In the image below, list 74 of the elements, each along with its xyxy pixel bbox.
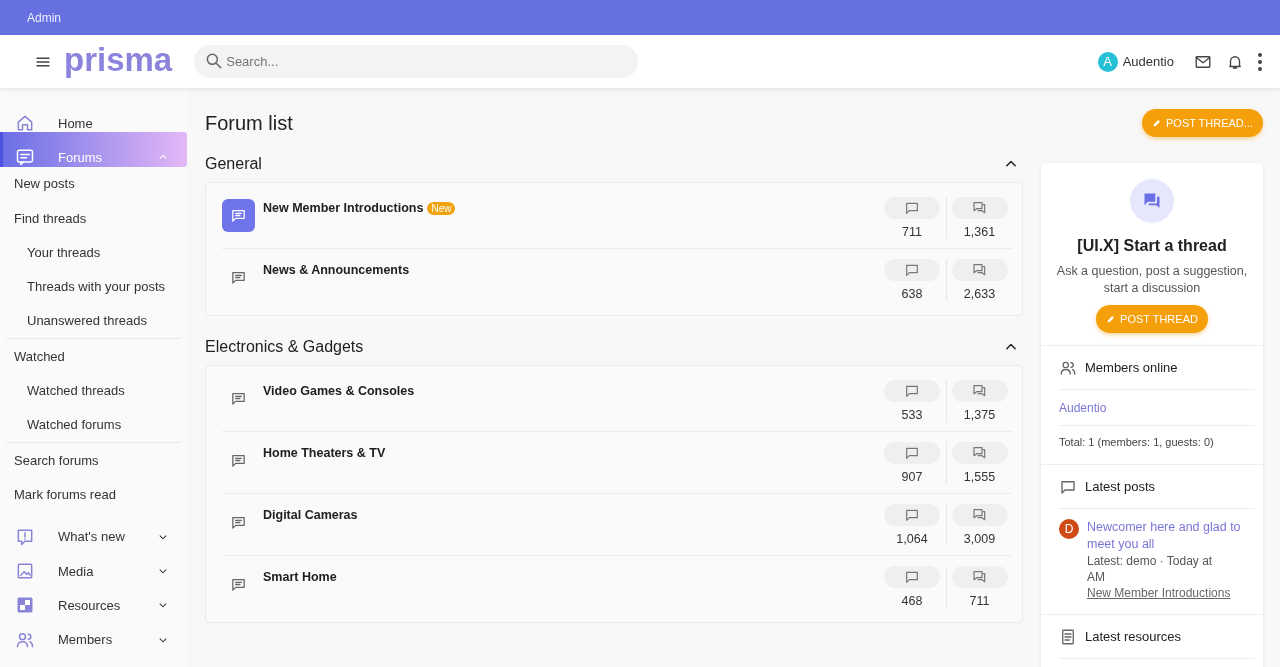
user-name: Audentio <box>1122 54 1174 69</box>
sidebar-item[interactable]: Watched <box>0 339 187 374</box>
card-text: Ask a question, post a suggestion, start a discussion <box>1055 263 1249 297</box>
sidebar-item[interactable]: Members <box>0 614 187 649</box>
messages-icon <box>951 504 1008 526</box>
messages-icon <box>951 380 1008 402</box>
user-avatar: A <box>1097 51 1118 72</box>
block-title: Latest posts <box>1085 479 1156 494</box>
forum-title[interactable]: Digital Cameras <box>263 508 358 522</box>
messages-icon <box>951 197 1008 219</box>
threads-icon <box>884 566 940 588</box>
image-icon <box>15 561 35 581</box>
forum-title[interactable]: Video Games & Consoles <box>263 384 415 398</box>
sidebar-item[interactable]: Watched forums <box>0 407 187 442</box>
stat-count: 2,633 <box>963 287 996 301</box>
thread-link[interactable]: Newcomer here and glad to meet you all <box>1087 519 1255 553</box>
member-link[interactable]: Audentio <box>1059 401 1107 415</box>
sidebar-item[interactable]: Resources <box>0 580 187 615</box>
stat-count: 711 <box>969 594 990 608</box>
messages-icon <box>951 259 1008 281</box>
messages-icon <box>951 566 1008 588</box>
messages-icon <box>951 442 1008 464</box>
sidebar-item[interactable]: Home <box>0 98 187 133</box>
sidebar-item[interactable]: What's new <box>0 511 187 546</box>
stat-count: 1,064 <box>896 532 928 546</box>
sidebar-item[interactable]: New posts <box>0 166 187 201</box>
sidebar-item[interactable]: Media <box>0 545 187 581</box>
stat-count: 533 <box>901 408 923 422</box>
category-title[interactable]: General <box>205 155 262 173</box>
stat-count: 638 <box>901 287 923 301</box>
forum-title[interactable]: New Member Introductions <box>263 201 424 215</box>
sidebar-item[interactable]: Search forums <box>0 442 187 478</box>
stat-count: 1,361 <box>963 225 996 239</box>
forum-title[interactable]: News & Announcements <box>263 263 410 277</box>
chat-icon <box>1130 179 1174 223</box>
stat-count: 907 <box>901 470 923 484</box>
post-meta: Latest: demo · Today at <box>1087 553 1214 569</box>
threads-icon <box>884 259 940 281</box>
search-field[interactable]: Search... <box>194 45 639 78</box>
online-total: Total: 1 (members: 1, guests: 0) <box>1059 435 1215 450</box>
user-link[interactable]: A Audentio <box>1097 51 1174 72</box>
sidebar-item[interactable]: Watched threads <box>0 373 187 408</box>
threads-icon <box>884 504 940 526</box>
threads-icon <box>884 197 940 219</box>
stat-count: 1,555 <box>963 470 996 484</box>
admin-link[interactable]: Admin <box>27 10 61 25</box>
sidebar-item[interactable]: Mark forums read <box>0 477 187 512</box>
threads-icon <box>884 380 940 402</box>
blocks-icon <box>15 595 35 616</box>
sidebar-item[interactable]: Unanswered threads <box>0 303 187 339</box>
new-badge: New <box>427 201 456 215</box>
block-title: Latest resources <box>1085 629 1182 644</box>
forum-title[interactable]: Smart Home <box>263 570 337 584</box>
more-icon <box>1258 52 1262 71</box>
stat-count: 3,009 <box>963 532 996 546</box>
user-avatar: D <box>1059 519 1079 539</box>
document-icon <box>1059 627 1077 646</box>
block-title: Members online <box>1085 360 1178 375</box>
sidebar-item[interactable]: Threads with your posts <box>0 269 187 304</box>
stat-count: 711 <box>902 225 922 239</box>
forum-title[interactable]: Home Theaters & TV <box>263 446 386 460</box>
page-title: Forum list <box>205 111 293 135</box>
category-title[interactable]: Electronics & Gadgets <box>205 338 364 356</box>
stat-count: 468 <box>901 594 923 608</box>
sidebar-item[interactable]: Your threads <box>0 235 187 270</box>
card-title: [UI.X] Start a thread <box>1077 237 1227 255</box>
post-meta: AM <box>1087 569 1106 585</box>
pencil-icon <box>1106 314 1117 324</box>
stat-count: 1,375 <box>963 408 996 422</box>
forum-link[interactable]: New Member Introductions <box>1087 585 1255 602</box>
pencil-icon <box>1152 118 1162 128</box>
threads-icon <box>884 442 940 464</box>
chat-icon <box>15 147 35 168</box>
sidebar-item[interactable]: Find threads <box>0 200 187 236</box>
